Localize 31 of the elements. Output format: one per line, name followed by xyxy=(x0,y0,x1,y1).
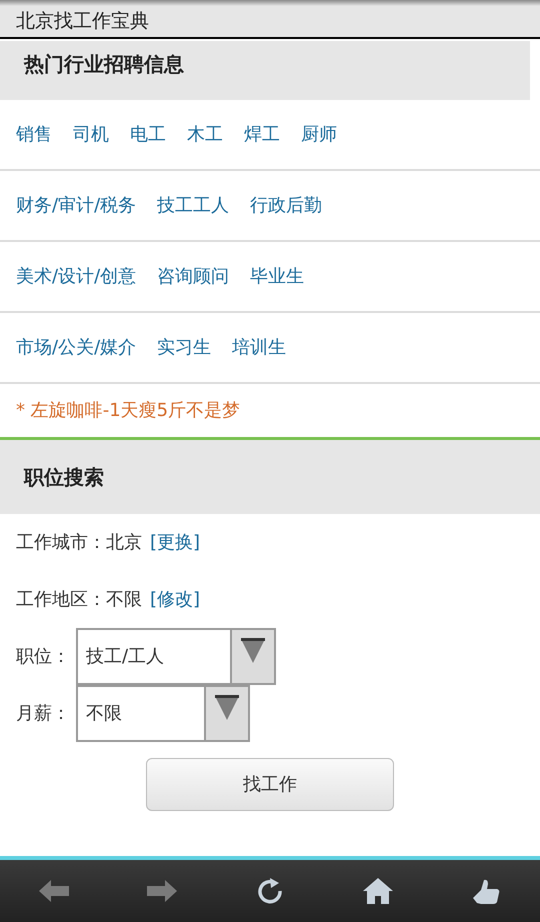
info-text: 工作城市：北京 xyxy=(16,531,142,555)
industry-link[interactable]: 司机 xyxy=(73,121,109,148)
industry-link[interactable]: 美术/设计/创意 xyxy=(16,263,136,290)
industry-link[interactable]: 财务/审计/税务 xyxy=(16,192,136,219)
find-job-button[interactable]: 找工作 xyxy=(146,758,394,811)
dropdown-field[interactable]: 技工/工人 xyxy=(76,628,276,685)
field-label: 月薪： xyxy=(16,702,71,726)
ad-link[interactable]: * 左旋咖啡-1天瘦5斤不是梦 xyxy=(16,397,240,424)
section-title: 热门行业招聘信息 xyxy=(24,52,184,76)
section-title: 职位搜索 xyxy=(24,464,104,491)
industry-link[interactable]: 实习生 xyxy=(157,334,212,361)
industry-link[interactable]: 电工 xyxy=(130,121,166,148)
industry-link[interactable]: 咨询顾问 xyxy=(157,263,230,290)
industry-link[interactable]: 培训生 xyxy=(232,334,286,361)
field-label: 职位： xyxy=(16,645,71,669)
change-link[interactable]: [修改] xyxy=(150,586,200,613)
industry-link[interactable]: 市场/公关/媒介 xyxy=(16,334,136,361)
home-icon[interactable] xyxy=(361,876,395,906)
info-text: 工作地区：不限 xyxy=(16,588,142,612)
industry-link[interactable]: 厨师 xyxy=(301,121,337,148)
industry-link[interactable]: 毕业生 xyxy=(250,263,304,290)
industry-link[interactable]: 焊工 xyxy=(244,121,280,148)
dropdown-arrow-icon xyxy=(214,695,240,721)
dropdown-field[interactable]: 不限 xyxy=(76,685,250,742)
industry-link[interactable]: 销售 xyxy=(16,121,52,148)
industry-link[interactable]: 木工 xyxy=(187,121,223,148)
page-title: 北京找工作宝典 xyxy=(16,9,149,34)
industry-link[interactable]: 行政后勤 xyxy=(250,192,322,219)
industry-link[interactable]: 技工工人 xyxy=(157,192,230,219)
dropdown-arrow-icon xyxy=(240,638,266,664)
change-link[interactable]: [更换] xyxy=(150,529,200,556)
